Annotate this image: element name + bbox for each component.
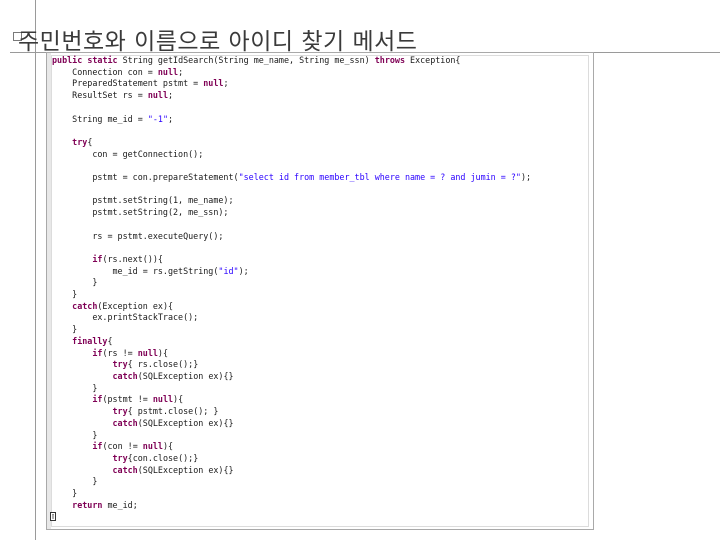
editor-marker-icon: ▯ (50, 512, 56, 521)
code-line: if(rs != null){ (92, 347, 168, 358)
code-line: } (52, 488, 78, 499)
code-line: PreparedStatement pstmt = null; (52, 78, 229, 89)
code-line: catch(SQLException ex){} (112, 370, 234, 381)
code-line: return me_id; (72, 499, 138, 510)
code-line: if(rs.next()){ (92, 253, 163, 264)
slide-vertical-rule (35, 0, 36, 540)
code-line: catch(Exception ex){ (72, 300, 174, 311)
code-line: ex.printStackTrace(); (52, 312, 199, 323)
code-listing: public static String getIdSearch(String … (52, 55, 531, 511)
code-line: public static String getIdSearch(String … (52, 55, 461, 65)
code-line: rs = pstmt.executeQuery(); (52, 230, 224, 241)
code-line: pstmt = con.prepareStatement("select id … (52, 172, 532, 183)
code-line: } (52, 382, 98, 393)
code-line: } (52, 289, 78, 300)
code-line: } (52, 277, 98, 288)
code-line: try{con.close();} (112, 452, 199, 463)
code-line: if(pstmt != null){ (92, 394, 184, 405)
code-line: try{ rs.close();} (112, 359, 199, 370)
code-line: String me_id = "-1"; (52, 113, 174, 124)
code-line: catch(SQLException ex){} (112, 417, 234, 428)
code-line: try{ pstmt.close(); } (112, 406, 219, 417)
code-line: try{ (72, 136, 93, 147)
code-line: } (52, 324, 78, 335)
code-line: pstmt.setString(2, me_ssn); (52, 207, 229, 218)
code-line: } (52, 429, 98, 440)
code-editor-gutter (47, 53, 51, 529)
code-line: con = getConnection(); (52, 148, 204, 159)
code-line: me_id = rs.getString("id"); (52, 265, 249, 276)
code-line: pstmt.setString(1, me_name); (52, 195, 234, 206)
code-line: catch(SQLException ex){} (112, 464, 234, 475)
code-line: ResultSet rs = null; (52, 90, 174, 101)
code-line: if(con != null){ (92, 441, 174, 452)
page-title: 주민번호와 이름으로 아이디 찾기 메서드 (18, 29, 418, 55)
code-line: finally{ (72, 335, 113, 346)
code-line: Connection con = null; (52, 66, 184, 77)
code-line: } (52, 476, 98, 487)
